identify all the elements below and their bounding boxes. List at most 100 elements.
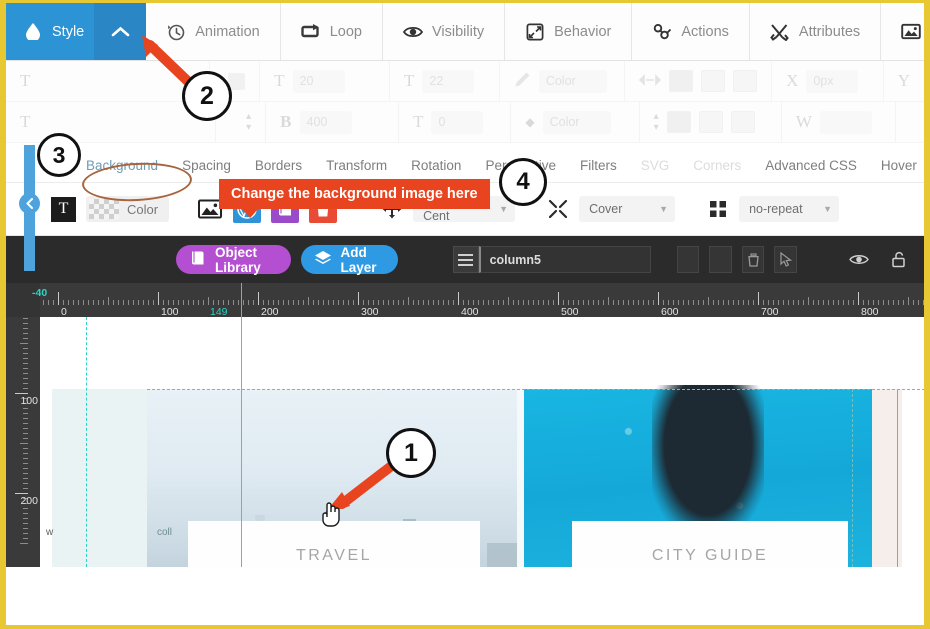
tab-attributes-label: Attributes xyxy=(798,23,861,40)
font-size-input[interactable]: 20 xyxy=(292,69,345,93)
ruler-label-200: 200 xyxy=(261,306,279,317)
letter-spacing-label: T xyxy=(413,112,424,131)
book-icon xyxy=(189,250,206,269)
vruler-label-100: 100 xyxy=(20,395,38,407)
chevron-down-icon: ▼ xyxy=(659,204,669,214)
line-height-input[interactable]: 22 xyxy=(422,69,475,93)
x-axis-label: X xyxy=(786,71,799,90)
tab-parallax[interactable]: Paral xyxy=(881,3,924,60)
vruler-label-200: 200 xyxy=(20,495,38,507)
horizontal-ruler[interactable]: 0 100 200 300 400 500 600 700 800 149 xyxy=(6,283,924,317)
object-library-label: Object Library xyxy=(215,244,261,275)
canvas-area: TRAVEL CITY GUIDE w coll 0 100 200 300 4… xyxy=(6,283,924,567)
font-family-label: T xyxy=(20,71,31,90)
vertical-ruler[interactable]: 0100200 xyxy=(6,283,40,567)
annotation-tooltip: Change the background image here xyxy=(219,179,490,218)
object-library-button[interactable]: Object Library xyxy=(176,244,291,275)
font-weight-label: B xyxy=(280,112,292,131)
width-group[interactable]: W xyxy=(782,102,896,142)
add-layer-button[interactable]: Add Layer xyxy=(300,245,398,275)
line-height-group[interactable]: T 22 xyxy=(390,61,500,101)
x-position-group[interactable]: X 0px xyxy=(772,61,884,101)
letter-spacing-input[interactable]: 0 xyxy=(431,110,484,134)
ruler-label-500: 500 xyxy=(561,306,579,317)
align-center-button[interactable] xyxy=(701,70,726,92)
tab-style[interactable]: Style xyxy=(6,3,95,60)
y-position-group[interactable]: Y xyxy=(884,61,924,101)
chain-link-icon xyxy=(652,22,672,42)
chevron-down-icon: ▼ xyxy=(499,204,509,214)
font-weight-group[interactable]: B 400 xyxy=(266,102,400,142)
tab-attributes[interactable]: Attributes xyxy=(750,3,882,60)
layer-action-2-button[interactable] xyxy=(709,246,732,273)
layer-selector: column5 xyxy=(452,246,651,273)
tab-behavior[interactable]: Behavior xyxy=(505,3,633,60)
font-style-label: T xyxy=(20,112,31,131)
tab-loop[interactable]: Loop xyxy=(281,3,383,60)
ruler-label-700: 700 xyxy=(761,306,779,317)
delete-layer-button[interactable] xyxy=(741,246,765,273)
layers-icon xyxy=(314,250,332,269)
subtab-corners[interactable]: Corners xyxy=(681,158,753,182)
valign-top-button[interactable] xyxy=(666,111,691,133)
line-height-label: T xyxy=(403,71,415,90)
tab-visibility[interactable]: Visibility xyxy=(383,3,506,60)
city-guide-card-title-box: CITY GUIDE xyxy=(572,521,848,567)
hamburger-icon[interactable] xyxy=(452,246,479,273)
subtab-filters[interactable]: Filters xyxy=(568,158,629,182)
transparency-checker-icon xyxy=(89,199,119,219)
guide-solid-right xyxy=(897,389,898,567)
design-stage[interactable]: TRAVEL CITY GUIDE w coll xyxy=(46,317,924,567)
unlock-icon[interactable] xyxy=(891,251,908,268)
tab-actions[interactable]: Actions xyxy=(632,3,750,60)
horizontal-arrows-icon xyxy=(638,73,662,90)
y-axis-label: Y xyxy=(897,71,910,90)
image-icon xyxy=(901,22,921,42)
background-repeat-select[interactable]: no-repeat ▼ xyxy=(739,196,840,222)
valign-middle-button[interactable] xyxy=(698,111,723,133)
x-position-input[interactable]: 0px xyxy=(806,69,859,93)
background-size-select[interactable]: Cover ▼ xyxy=(579,196,676,222)
ruler-label-400: 400 xyxy=(461,306,479,317)
valign-bottom-button[interactable] xyxy=(730,111,755,133)
active-guide-line[interactable] xyxy=(241,283,242,567)
subtab-svg[interactable]: SVG xyxy=(629,158,682,182)
panel-collapse-left-icon[interactable] xyxy=(19,193,40,214)
height-group[interactable] xyxy=(896,102,924,142)
text-color-group[interactable]: Color xyxy=(500,61,626,101)
ruler-highlight-label: 149 xyxy=(210,306,228,317)
background-repeat-value: no-repeat xyxy=(749,202,803,216)
pen-icon xyxy=(514,71,531,92)
align-left-button[interactable] xyxy=(669,70,694,92)
select-layer-button[interactable] xyxy=(774,246,798,273)
text-color-input[interactable]: Color xyxy=(538,69,607,93)
ruler-label-600: 600 xyxy=(661,306,679,317)
travel-card-title: TRAVEL xyxy=(295,547,373,564)
tab-behavior-label: Behavior xyxy=(554,23,612,40)
text-align-group[interactable] xyxy=(625,61,773,101)
align-right-button[interactable] xyxy=(733,70,758,92)
subtab-advanced-css[interactable]: Advanced CSS xyxy=(753,158,869,182)
stepper-icon[interactable]: ▴ ▾ xyxy=(246,111,251,133)
color-swatch-icon: ◆ xyxy=(525,115,535,129)
eye-icon xyxy=(403,22,423,42)
design-viewport[interactable]: TRAVEL CITY GUIDE w coll xyxy=(40,317,924,567)
layer-name-input[interactable]: column5 xyxy=(478,246,651,273)
resize-icon xyxy=(547,198,569,220)
w-label: W xyxy=(795,112,812,131)
subtab-hover[interactable]: Hover xyxy=(869,158,924,182)
width-input[interactable] xyxy=(819,110,872,134)
letter-spacing-group[interactable]: T 0 xyxy=(399,102,512,142)
toggle-visibility-icon[interactable] xyxy=(849,253,869,266)
layer-toolbar: Object Library Add Layer column5 xyxy=(6,236,924,283)
font-size-group[interactable]: T 20 xyxy=(260,61,390,101)
text-color-swatch-button[interactable]: T xyxy=(51,196,76,222)
secondary-color-group[interactable]: ◆ Color xyxy=(511,102,640,142)
layer-action-1-button[interactable] xyxy=(676,246,700,273)
secondary-color-input[interactable]: Color xyxy=(542,110,611,134)
guide-dashed-right xyxy=(852,389,853,567)
font-weight-select[interactable]: 400 xyxy=(299,110,352,134)
tab-loop-label: Loop xyxy=(329,23,362,40)
vertical-align-group[interactable]: ▴ ▾ xyxy=(640,102,782,142)
annotation-badge-4: 4 xyxy=(499,158,547,206)
